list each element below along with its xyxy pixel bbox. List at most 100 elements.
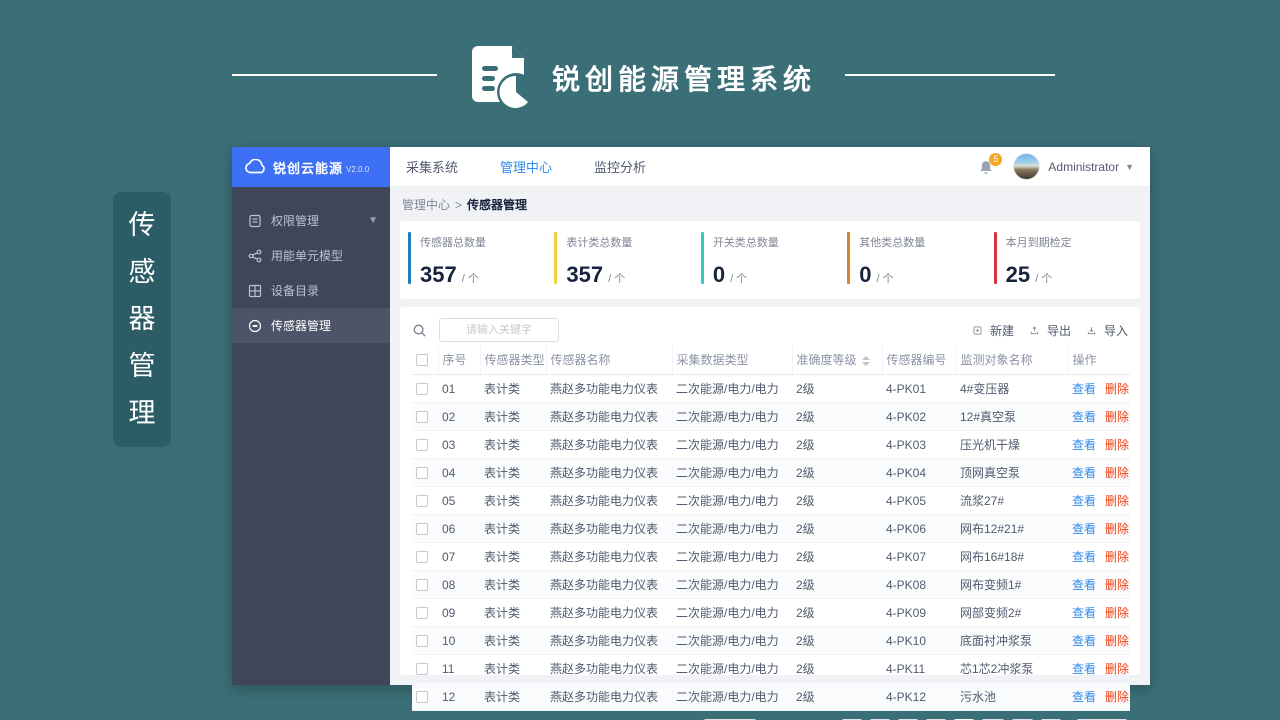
- row-checkbox[interactable]: [416, 663, 428, 676]
- sidebar-item-label: 设备目录: [271, 284, 320, 298]
- view-link[interactable]: 查看: [1072, 662, 1096, 676]
- export-button[interactable]: 导出: [1030, 322, 1071, 339]
- cell-name: 燕赵多功能电力仪表: [546, 458, 672, 487]
- vertical-banner: 传感器管理: [113, 192, 171, 447]
- cell-data-type: 二次能源/电力/电力: [672, 542, 792, 571]
- delete-link[interactable]: 删除: [1105, 634, 1129, 648]
- content-area: 管理中心 > 传感器管理 传感器总数量 357/ 个表计类总数量 357/ 个开关类总数…: [390, 187, 1150, 720]
- column-sensor-type[interactable]: 传感器类型▼: [479, 345, 546, 375]
- column-target-name: 监测对象名称: [955, 345, 1068, 375]
- stat-label: 其他类总数量: [859, 237, 926, 249]
- row-checkbox[interactable]: [416, 383, 428, 396]
- delete-link[interactable]: 删除: [1105, 466, 1129, 480]
- stat-card: 传感器总数量 357 / 个: [408, 232, 554, 288]
- cell-type: 表计类: [480, 430, 546, 459]
- user-name[interactable]: Administrator: [1048, 160, 1119, 174]
- delete-link[interactable]: 删除: [1105, 606, 1129, 620]
- stat-label: 表计类总数量: [566, 237, 633, 249]
- view-link[interactable]: 查看: [1072, 606, 1096, 620]
- table-row: 12 表计类 燕赵多功能电力仪表 二次能源/电力/电力 2级 4-PK12 污水池 查看 删除: [412, 682, 1130, 711]
- cell-type: 表计类: [480, 458, 546, 487]
- row-checkbox[interactable]: [416, 635, 428, 648]
- stat-color-bar: [993, 232, 997, 284]
- row-checkbox[interactable]: [416, 551, 428, 564]
- breadcrumb-parent[interactable]: 管理中心: [402, 198, 450, 212]
- view-link[interactable]: 查看: [1072, 522, 1096, 536]
- cell-target: 12#真空泵: [956, 402, 1068, 431]
- chevron-down-icon[interactable]: ▼: [1125, 162, 1134, 172]
- row-checkbox[interactable]: [416, 607, 428, 620]
- search-input[interactable]: [439, 318, 559, 342]
- cell-type: 表计类: [480, 402, 546, 431]
- sort-icon[interactable]: [861, 355, 870, 366]
- cell-data-type: 二次能源/电力/电力: [672, 570, 792, 599]
- delete-link[interactable]: 删除: [1105, 494, 1129, 508]
- cell-type: 表计类: [480, 598, 546, 627]
- row-checkbox[interactable]: [416, 495, 428, 508]
- column-sensor-code: 传感器编号: [881, 345, 956, 375]
- row-checkbox[interactable]: [416, 467, 428, 480]
- stat-label: 传感器总数量: [420, 237, 486, 249]
- cell-accuracy: 2级: [792, 514, 882, 543]
- tab-management-center[interactable]: 管理中心: [500, 157, 552, 176]
- table-row: 11 表计类 燕赵多功能电力仪表 二次能源/电力/电力 2级 4-PK11 芯1芯2冲浆泵查…: [412, 654, 1130, 683]
- delete-link[interactable]: 删除: [1105, 382, 1129, 396]
- chevron-down-icon: ▼: [368, 215, 378, 226]
- cell-type: 表计类: [480, 654, 546, 683]
- cell-data-type: 二次能源/电力/电力: [672, 654, 792, 683]
- view-link[interactable]: 查看: [1072, 690, 1096, 704]
- row-checkbox[interactable]: [416, 523, 428, 536]
- sidebar-item-energy-unit-model[interactable]: 用能单元模型: [232, 238, 390, 273]
- delete-link[interactable]: 删除: [1105, 690, 1129, 704]
- cell-code: 4-PK01: [882, 374, 956, 403]
- delete-link[interactable]: 删除: [1105, 550, 1129, 564]
- tab-monitor-analysis[interactable]: 监控分析: [594, 157, 646, 176]
- cell-name: 燕赵多功能电力仪表: [546, 542, 672, 571]
- view-link[interactable]: 查看: [1072, 578, 1096, 592]
- cell-accuracy: 2级: [792, 486, 882, 515]
- cell-no: 06: [438, 514, 480, 543]
- stat-value: 357: [420, 262, 457, 287]
- delete-link[interactable]: 删除: [1105, 522, 1129, 536]
- view-link[interactable]: 查看: [1072, 634, 1096, 648]
- view-link[interactable]: 查看: [1072, 550, 1096, 564]
- select-all-checkbox[interactable]: [416, 354, 428, 367]
- view-link[interactable]: 查看: [1072, 410, 1096, 424]
- sidebar-item-permission-management[interactable]: 权限管理 ▼: [232, 203, 390, 238]
- row-checkbox[interactable]: [416, 411, 428, 424]
- document-icon: [248, 214, 262, 228]
- cell-accuracy: 2级: [792, 542, 882, 571]
- cell-type: 表计类: [480, 374, 546, 403]
- table-row: 08 表计类 燕赵多功能电力仪表 二次能源/电力/电力 2级 4-PK08 网布变频1# 查看…: [412, 570, 1130, 599]
- sidebar: 锐创云能源 V2.0.0 权限管理 ▼ 用能单元模型 设备目录 传感器管理: [232, 147, 390, 685]
- view-link[interactable]: 查看: [1072, 438, 1096, 452]
- cell-code: 4-PK04: [882, 458, 956, 487]
- view-link[interactable]: 查看: [1072, 494, 1096, 508]
- sidebar-item-device-catalog[interactable]: 设备目录: [232, 273, 390, 308]
- delete-link[interactable]: 删除: [1105, 410, 1129, 424]
- row-checkbox[interactable]: [416, 439, 428, 452]
- column-accuracy[interactable]: 准确度等级: [791, 345, 882, 375]
- cell-code: 4-PK03: [882, 430, 956, 459]
- row-checkbox[interactable]: [416, 691, 428, 704]
- delete-link[interactable]: 删除: [1105, 438, 1129, 452]
- notification-bell-button[interactable]: 5: [977, 152, 1003, 179]
- button-label: 导出: [1046, 323, 1071, 338]
- import-button[interactable]: 导入: [1087, 322, 1128, 339]
- cell-name: 燕赵多功能电力仪表: [546, 402, 672, 431]
- view-link[interactable]: 查看: [1072, 466, 1096, 480]
- sidebar-item-label: 用能单元模型: [271, 249, 344, 263]
- cell-data-type: 二次能源/电力/电力: [672, 430, 792, 459]
- delete-link[interactable]: 删除: [1105, 578, 1129, 592]
- delete-link[interactable]: 删除: [1105, 662, 1129, 676]
- cell-no: 08: [438, 570, 480, 599]
- avatar[interactable]: [1013, 153, 1041, 180]
- row-checkbox[interactable]: [416, 579, 428, 592]
- create-button[interactable]: 新建: [973, 322, 1014, 339]
- table-row: 02 表计类 燕赵多功能电力仪表 二次能源/电力/电力 2级 4-PK02 12#真空泵 查看…: [412, 402, 1130, 431]
- column-data-type: 采集数据类型: [671, 345, 792, 375]
- view-link[interactable]: 查看: [1072, 382, 1096, 396]
- banner-char: 感: [128, 257, 156, 287]
- sidebar-item-sensor-management[interactable]: 传感器管理: [232, 308, 390, 343]
- tab-collection-system[interactable]: 采集系统: [406, 157, 458, 176]
